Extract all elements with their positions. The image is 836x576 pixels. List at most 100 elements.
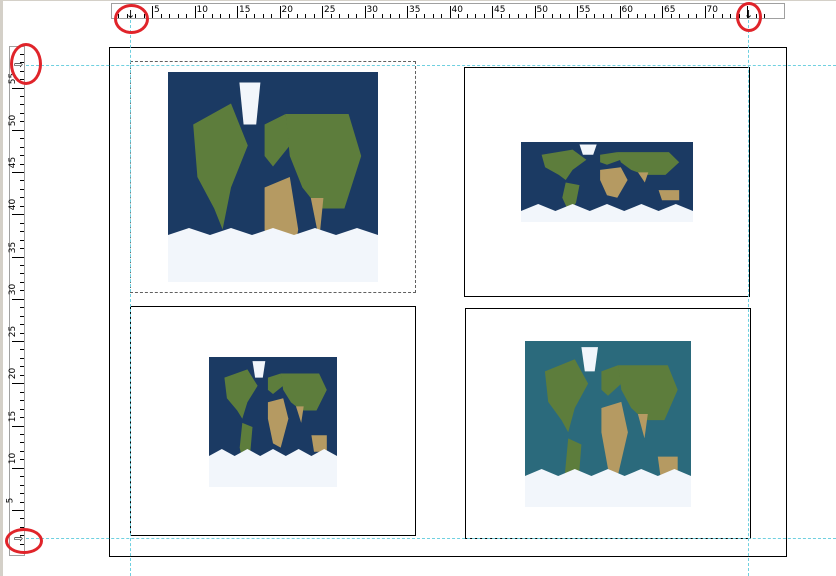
ruler-tick [20,484,24,486]
ruler-tick [645,14,646,18]
ruler-tick [20,459,24,461]
ruler-tick [296,14,298,18]
ruler-tick [696,14,697,18]
ruler-tick [322,6,323,18]
ruler-tick [492,6,493,18]
ruler-tick [169,14,170,18]
ruler-tick [12,172,24,173]
world-map-image [525,341,691,507]
ruler-tick [20,222,24,224]
ruler-tick [730,14,731,18]
ruler-tick [424,14,425,18]
ruler-label: 10 [196,5,208,15]
ruler-tick [12,467,24,469]
ruler-tick [12,256,24,258]
ruler-label: 50 [536,5,548,15]
ruler-tick [20,442,24,444]
ruler-tick [262,14,264,18]
ruler-tick [20,104,24,106]
ruler-label: 70 [706,5,718,15]
ruler-tick [398,14,400,18]
ruler-tick [254,14,255,18]
ruler-tick [20,155,24,157]
ruler-tick [466,14,468,18]
ruler-tick [237,6,238,18]
ruler-tick [20,433,24,435]
ruler-label: 50 [8,114,19,126]
ruler-tick [764,14,765,18]
map-frame-bottom-left[interactable] [130,306,416,536]
ruler-label: 55 [579,5,591,15]
ruler-tick [12,425,24,427]
ruler-tick [20,112,24,114]
ruler-tick [20,324,24,326]
ruler-tick [271,14,272,18]
ruler-tick [20,357,24,359]
ruler-tick [534,6,536,18]
map-frame-bottom-right[interactable] [465,308,751,539]
ruler-tick [381,14,383,18]
vertical-ruler[interactable]: 55 50 45 40 35 30 25 20 15 10 5 [5,46,25,556]
ruler-tick [12,383,24,385]
ruler-tick [12,510,24,511]
ruler-tick [12,214,24,216]
ruler-label: 20 [8,368,19,380]
guide-vertical-left[interactable] [130,20,131,576]
ruler-label: 40 [8,199,19,211]
ruler-label: 45 [8,156,19,169]
ruler-label: 65 [664,5,676,15]
antarctica-shape [168,228,378,282]
horizontal-ruler[interactable]: 5 10 15 20 25 30 35 40 45 50 55 60 65 70 [111,3,785,19]
ruler-label: 35 [409,5,421,15]
ruler-label: 5 [5,497,16,504]
ruler-tick [721,14,723,18]
ruler-label: 15 [239,5,251,15]
ruler-tick [20,264,24,266]
ruler-label: 40 [451,5,463,15]
ruler-tick [20,290,24,292]
ruler-label: 25 [324,5,336,15]
world-map-image [209,357,337,487]
ruler-tick [20,332,24,334]
ruler-tick [228,14,230,18]
ruler-tick [602,14,604,18]
ruler-label: 60 [621,5,633,15]
highlight-circle [5,528,43,554]
ruler-tick [20,146,24,148]
ruler-tick [20,188,24,190]
world-map-image [168,72,378,282]
ruler-label: 10 [8,452,19,464]
ruler-tick [407,6,408,18]
ruler-tick [20,400,24,402]
guide-horizontal-bottom[interactable] [26,538,836,539]
ruler-tick [577,6,578,18]
ruler-tick [220,14,221,18]
guide-horizontal-top[interactable] [26,65,836,66]
ruler-tick [347,14,349,18]
ruler-tick [20,518,24,520]
guide-vertical-right[interactable] [748,20,749,576]
ruler-tick [20,374,24,376]
ruler-tick [619,6,621,18]
ruler-tick [279,6,281,18]
map-frame-top-left[interactable] [130,61,416,293]
ruler-tick [432,14,434,18]
ruler-tick [20,95,24,97]
ruler-tick [12,87,24,89]
ruler-tick [305,14,306,18]
ruler-tick [687,14,689,18]
ruler-label: 5 [154,5,160,15]
ruler-tick [20,476,24,478]
ruler-tick [20,307,24,309]
ruler-label: 30 [366,5,378,15]
ruler-tick [20,281,24,283]
layout-canvas[interactable]: 5 10 15 20 25 30 35 40 45 50 55 60 65 70 55 50 45 40 35 30… [0,0,836,576]
ruler-tick [20,138,24,140]
ruler-label: 25 [8,325,19,338]
ruler-tick [704,6,706,18]
map-frame-top-right[interactable] [464,67,750,297]
ruler-tick [517,14,519,18]
ruler-tick [364,6,366,18]
ruler-tick [356,14,357,18]
highlight-circle [10,43,42,85]
